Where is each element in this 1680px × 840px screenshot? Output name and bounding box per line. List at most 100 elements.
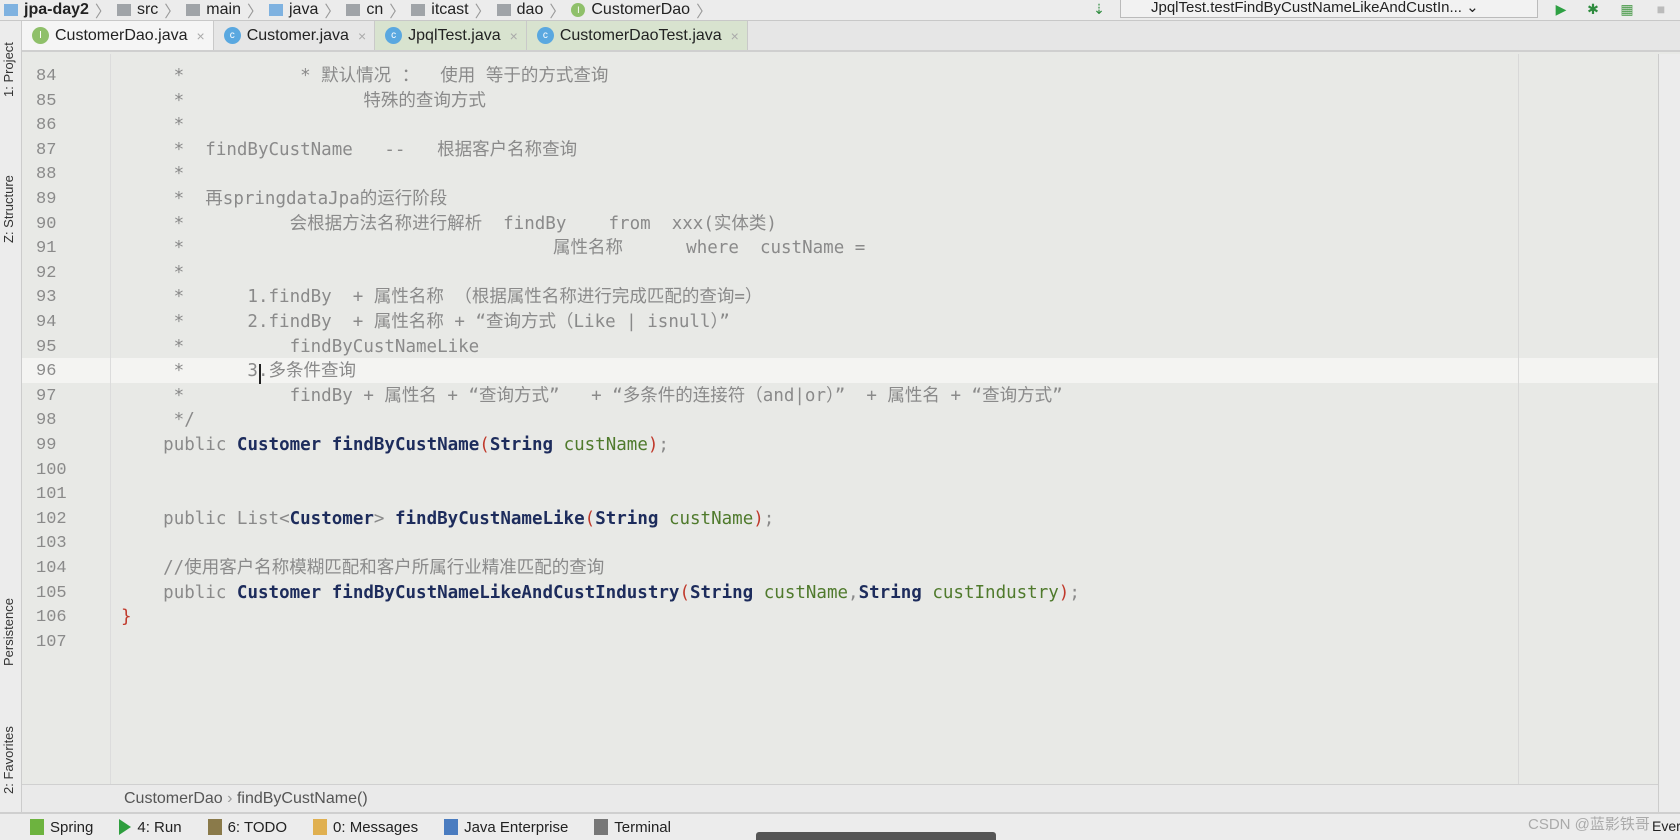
code-line[interactable]: public List<Customer> findByCustNameLike… xyxy=(121,507,774,532)
code-token: ; xyxy=(1069,582,1080,603)
close-icon[interactable]: × xyxy=(358,28,366,44)
code-line[interactable]: */ xyxy=(121,408,195,433)
code-line[interactable]: public Customer findByCustNameLikeAndCus… xyxy=(121,581,1080,606)
code-line[interactable]: * findByCustName -- 根据客户名称查询 xyxy=(121,138,577,163)
spring-icon xyxy=(30,819,44,835)
left-tool-strip: 1: Project Z: Structure Persistence 2: F… xyxy=(0,21,22,814)
code-editor[interactable] xyxy=(22,54,1658,784)
test-class-icon: c xyxy=(536,27,554,44)
comment-text: * 3.多条件查询 xyxy=(121,361,357,382)
breadcrumb-class[interactable]: CustomerDao xyxy=(124,790,223,807)
comment-text: * * 默认情况 ： 使用 等于的方式查询 xyxy=(121,66,609,86)
code-line[interactable]: * xyxy=(121,261,185,286)
tool-terminal[interactable]: Terminal xyxy=(594,819,671,836)
line-number: 85 xyxy=(36,91,57,111)
text-cursor xyxy=(259,364,261,384)
test-class-icon: c xyxy=(385,27,403,44)
code-token: ) xyxy=(753,508,764,529)
folder-icon xyxy=(496,4,511,16)
nav-crumb-label: CustomerDao xyxy=(591,1,691,18)
tool-persistence[interactable]: Persistence xyxy=(1,598,16,666)
tab-customer-java[interactable]: c Customer.java × xyxy=(214,21,376,50)
run-icon xyxy=(119,819,132,835)
nav-crumb[interactable]: dao xyxy=(493,1,548,19)
stop-icon[interactable]: ■ xyxy=(1652,1,1670,17)
event-log-button[interactable]: Ever xyxy=(1652,818,1680,834)
code-line[interactable]: * 3.多条件查询 xyxy=(121,359,356,384)
tab-label: Customer.java xyxy=(246,26,349,44)
right-margin-guide xyxy=(1518,54,1519,784)
tab-customerdao-java[interactable]: I CustomerDao.java × xyxy=(22,21,214,50)
close-icon[interactable]: × xyxy=(197,28,205,44)
code-line[interactable]: * 1.findBy + 属性名称 （根据属性名称进行完成匹配的查询=） xyxy=(121,285,763,310)
right-tool-strip xyxy=(1658,54,1680,814)
code-line[interactable]: public Customer findByCustName(String cu… xyxy=(121,433,669,458)
nav-crumb[interactable]: itcast xyxy=(407,1,472,19)
run-configuration-select[interactable]: JpqlTest.testFindByCustNameLikeAndCustIn… xyxy=(1120,0,1538,18)
debug-icon[interactable]: ✱ xyxy=(1584,1,1602,17)
tool-spring[interactable]: Spring xyxy=(30,819,93,836)
tab-label: CustomerDaoTest.java xyxy=(559,26,722,44)
code-token: ( xyxy=(679,582,690,603)
nav-crumb[interactable]: I CustomerDao xyxy=(567,1,694,19)
horizontal-scrollbar[interactable] xyxy=(756,832,996,840)
code-line[interactable]: * findBy + 属性名 + “查询方式” + “多条件的连接符（and|o… xyxy=(121,384,1063,409)
code-line[interactable]: * findByCustNameLike xyxy=(121,335,480,360)
tool-project[interactable]: 1: Project xyxy=(1,42,16,97)
code-line[interactable]: * xyxy=(121,162,185,187)
tool-structure[interactable]: Z: Structure xyxy=(1,175,16,243)
code-line[interactable]: * 再springdataJpa的运行阶段 xyxy=(121,187,448,212)
run-icon[interactable]: ▶ xyxy=(1552,1,1570,17)
line-number: 87 xyxy=(36,140,57,160)
nav-crumb-label: main xyxy=(206,1,241,18)
code-token: custName xyxy=(563,435,648,455)
code-line[interactable]: * * 默认情况 ： 使用 等于的方式查询 xyxy=(121,64,609,89)
code-line[interactable]: } xyxy=(121,605,132,630)
code-line[interactable]: * 属性名称 where custName = xyxy=(121,236,866,261)
tab-jpqltest-java[interactable]: c JpqlTest.java × xyxy=(375,21,527,50)
code-line[interactable]: //使用客户名称模糊匹配和客户所属行业精准匹配的查询 xyxy=(121,556,604,581)
code-line[interactable]: * 会根据方法名称进行解析 findBy from xxx(实体类) xyxy=(121,212,777,237)
tool--todo[interactable]: 6: TODO xyxy=(207,819,287,836)
sort-icon[interactable]: ⇣ xyxy=(1090,1,1108,17)
line-number: 104 xyxy=(36,559,67,578)
tab-customerdaotest-java[interactable]: c CustomerDaoTest.java × xyxy=(526,21,748,50)
tool--run[interactable]: 4: Run xyxy=(119,819,182,836)
tab-label: CustomerDao.java xyxy=(55,26,188,44)
tool-label: Terminal xyxy=(614,818,671,836)
nav-crumb[interactable]: jpa-day2 xyxy=(0,1,93,19)
comment-text: //使用客户名称模糊匹配和客户所属行业精准匹配的查询 xyxy=(121,558,605,578)
chevron-right-icon: 〉 xyxy=(474,4,491,21)
interface-icon: I xyxy=(32,27,49,44)
code-line[interactable]: * 特殊的查询方式 xyxy=(121,89,486,114)
close-icon[interactable]: × xyxy=(731,28,739,44)
messages-icon xyxy=(313,819,328,835)
tool-java-enterprise[interactable]: Java Enterprise xyxy=(444,819,568,836)
folder-icon xyxy=(116,4,131,16)
nav-crumb[interactable]: cn xyxy=(342,1,387,19)
code-token: String xyxy=(595,508,669,529)
code-token: public xyxy=(163,582,237,603)
coverage-icon[interactable]: ▦ xyxy=(1618,1,1636,17)
line-number: 100 xyxy=(36,460,67,480)
close-icon[interactable]: × xyxy=(510,28,518,44)
nav-crumb[interactable]: java xyxy=(265,1,322,19)
tab-label: JpqlTest.java xyxy=(408,26,501,44)
code-line[interactable]: * xyxy=(121,113,185,138)
code-line[interactable]: * 2.findBy + 属性名称 + “查询方式（Like | isnull）… xyxy=(121,310,730,335)
folder-icon xyxy=(186,4,201,16)
nav-crumb[interactable]: src xyxy=(113,1,162,19)
gutter-divider xyxy=(110,54,111,784)
code-token: List< xyxy=(236,508,290,529)
tool-favorites[interactable]: 2: Favorites xyxy=(1,726,16,794)
code-token: ) xyxy=(1058,582,1070,603)
nav-crumb-label: dao xyxy=(516,1,544,18)
tool--messages[interactable]: 0: Messages xyxy=(313,819,418,836)
comment-text: * 1.findBy + 属性名称 （根据属性名称进行完成匹配的查询=） xyxy=(121,287,763,308)
line-number: 89 xyxy=(36,190,57,209)
code-token: } xyxy=(121,607,132,628)
nav-crumb[interactable]: main xyxy=(182,1,245,19)
code-token: , xyxy=(848,582,859,603)
breadcrumb-method[interactable]: findByCustName() xyxy=(237,790,368,807)
